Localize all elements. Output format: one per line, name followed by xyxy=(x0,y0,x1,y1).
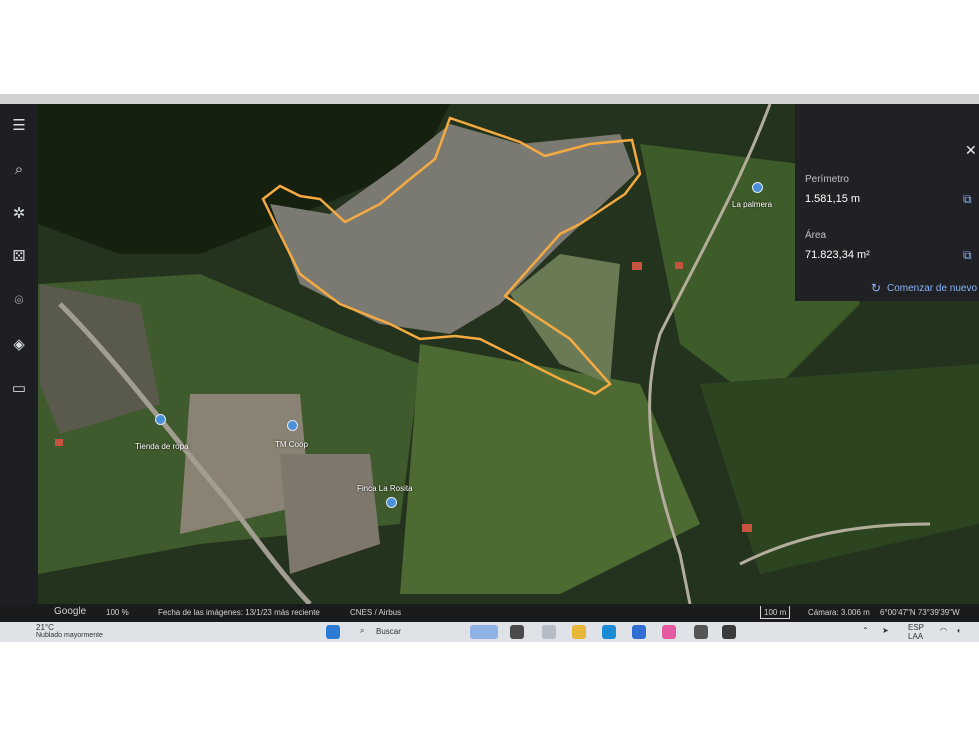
google-logo: Google xyxy=(54,606,87,617)
store-icon[interactable] xyxy=(632,625,646,639)
file-explorer-icon[interactable] xyxy=(572,625,586,639)
chevron-up-icon[interactable]: ⌃ xyxy=(862,626,869,635)
voyager-icon[interactable]: ✲ xyxy=(9,204,29,224)
label-finca-la-rosita[interactable]: Finca La Rosita xyxy=(357,484,413,493)
measure-panel: ✕ Perímetro 1.581,15 m ⧉ Área 71.823,34 … xyxy=(795,104,979,301)
edge-icon[interactable] xyxy=(602,625,616,639)
language-top[interactable]: ESP xyxy=(908,623,924,632)
label-tienda[interactable]: Tienda de ropa xyxy=(135,442,189,451)
location-pin-icon[interactable] xyxy=(752,182,763,193)
layers-icon[interactable]: ◈ xyxy=(9,335,29,355)
app-icon[interactable] xyxy=(662,625,676,639)
windows-taskbar: 21°C Nublado mayormente ⌕ Buscar ⌃ ➤ ESP… xyxy=(0,622,979,642)
restart-button[interactable]: Comenzar de nuevo xyxy=(887,283,977,294)
close-icon[interactable]: ✕ xyxy=(965,142,977,159)
dropbox-icon[interactable] xyxy=(722,625,736,639)
task-view-icon[interactable] xyxy=(510,625,524,639)
settings-icon[interactable] xyxy=(694,625,708,639)
left-sidebar: ☰ ⌕ ✲ ⚄ ⌾ ◈ ▭ xyxy=(0,104,38,604)
shop-pin-icon[interactable] xyxy=(155,414,166,425)
chat-icon[interactable] xyxy=(542,625,556,639)
imagery-date[interactable]: Fecha de las imágenes: 13/1/23 más recie… xyxy=(158,608,320,617)
coordinates: 6°00'47"N 73°39'39"W xyxy=(880,608,960,617)
area-label: Área xyxy=(805,230,827,241)
monitor-screen: La palmera Tienda de ropa TM Coop Finca … xyxy=(0,94,979,642)
search-icon[interactable]: ⌕ xyxy=(9,160,29,180)
copy-icon[interactable]: ⧉ xyxy=(963,248,977,262)
menu-icon[interactable]: ☰ xyxy=(9,116,29,136)
wifi-icon[interactable]: ◠ xyxy=(940,626,947,635)
weather-temp[interactable]: 21°C xyxy=(36,623,54,632)
label-la-palmera[interactable]: La palmera xyxy=(732,200,772,209)
perimeter-label: Perímetro xyxy=(805,174,849,185)
search-icon[interactable]: ⌕ xyxy=(360,626,364,636)
status-bar: Google 100 % Fecha de las imágenes: 13/1… xyxy=(0,604,979,622)
zoom-level: 100 % xyxy=(106,608,129,617)
browser-top-strip xyxy=(0,94,979,104)
imagery-credits: CNES / Airbus xyxy=(350,608,402,617)
refresh-icon[interactable]: ↻ xyxy=(871,281,881,295)
copy-icon[interactable]: ⧉ xyxy=(963,192,977,206)
volume-icon[interactable]: ◖ xyxy=(956,626,961,635)
perimeter-value[interactable]: 1.581,15 m xyxy=(805,193,860,205)
label-tm-coop[interactable]: TM Coop xyxy=(275,440,308,449)
weather-desc[interactable]: Nublado mayormente xyxy=(36,632,103,639)
dice-icon[interactable]: ⚄ xyxy=(9,247,29,267)
map-pin-icon[interactable]: ⌾ xyxy=(9,291,29,311)
coop-pin-icon[interactable] xyxy=(287,420,298,431)
widgets-icon[interactable] xyxy=(470,625,498,639)
scale-text: 100 m xyxy=(764,608,787,617)
taskbar-search-input[interactable]: Buscar xyxy=(376,627,401,636)
send-icon[interactable]: ➤ xyxy=(882,626,889,635)
camera-altitude: Cámara: 3.006 m xyxy=(808,608,870,617)
windows-start-icon[interactable] xyxy=(326,625,340,639)
ruler-icon[interactable]: ▭ xyxy=(9,379,29,399)
language-bottom[interactable]: LAA xyxy=(908,632,923,641)
finca-pin-icon[interactable] xyxy=(386,497,397,508)
area-value[interactable]: 71.823,34 m² xyxy=(805,249,870,261)
